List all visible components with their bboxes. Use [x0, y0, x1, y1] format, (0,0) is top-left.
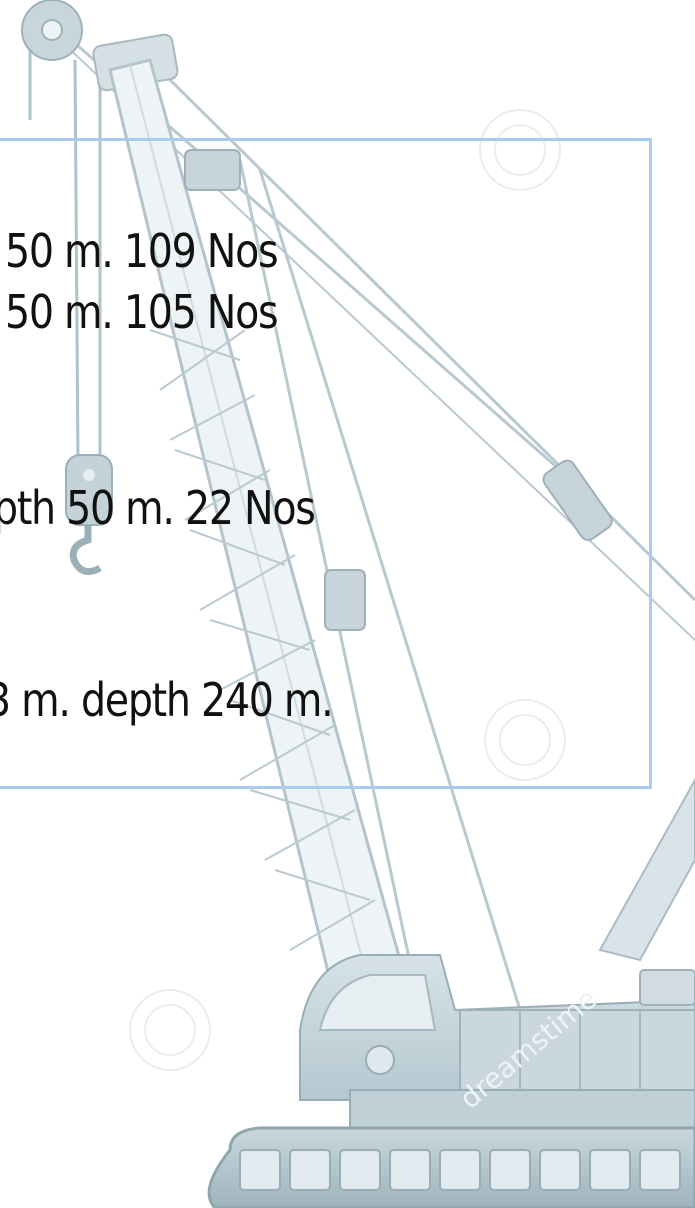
- text-line-4: 3 m. depth 240 m.: [0, 673, 334, 727]
- text-line-3: pth 50 m. 22 Nos: [0, 481, 316, 535]
- slide-canvas: dreamstime 50 m. 109 Nos 50 m. 105 Nos p…: [0, 0, 695, 1208]
- text-line-2: 50 m. 105 Nos: [5, 285, 279, 339]
- crane-body: [299, 954, 695, 1131]
- crawler-track: [207, 1126, 695, 1208]
- text-line-1: 50 m. 109 Nos: [5, 224, 279, 278]
